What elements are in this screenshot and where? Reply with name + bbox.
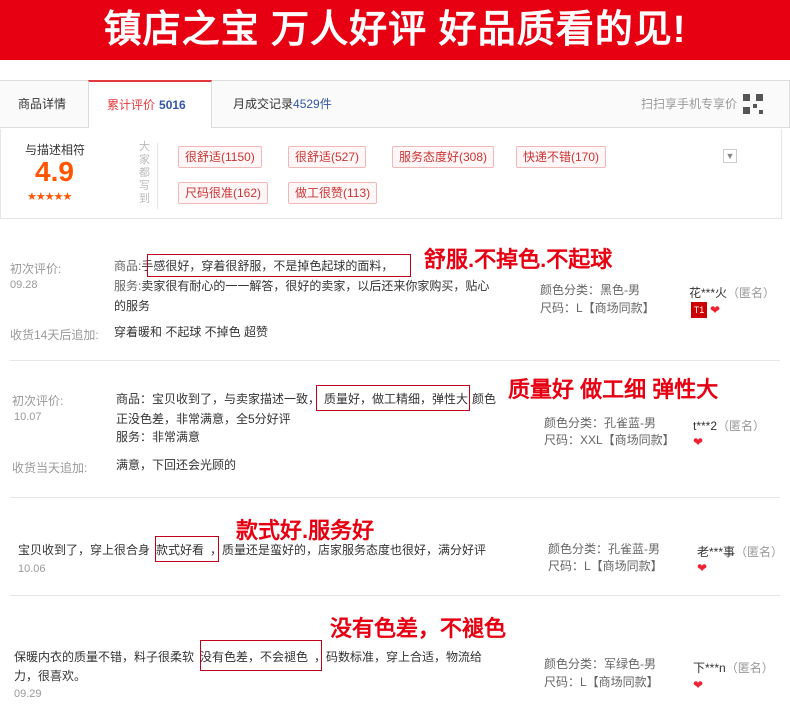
item-comment: 商品：宝贝收到了，与卖家描述一致， <box>116 392 321 406</box>
item-comment: 宝贝收到了，穿上很合身 <box>18 543 151 557</box>
review-text: 服务:卖家很有耐心的一一解答，很好的卖家，以后还来你家购买，贴心 <box>114 276 489 296</box>
append-label: 收货14天后追加: <box>10 328 99 342</box>
size-info: 尺码：XXL【商场同款】 <box>544 433 675 447</box>
append-text: 满意，下回还会光顾的 <box>116 458 237 472</box>
color-category: 颜色分类：军绿色-男 <box>544 657 656 671</box>
size-info: 尺码：L【商场同款】 <box>540 301 655 315</box>
item-comment-cont: ，码数标准，穿上合适，物流给 <box>314 650 483 664</box>
reviewer-name[interactable]: t***2（匿名） <box>693 417 765 434</box>
tab-reviews-label: 累计评价 <box>107 98 156 112</box>
impression-tag[interactable]: 很舒适(527) <box>288 146 367 168</box>
first-review-label: 初次评价: <box>10 262 62 276</box>
review-text: 商品：宝贝收到了，与卖家描述一致， 质量好，做工精细，弹性大 颜色 <box>116 389 496 409</box>
reviewer-nick: 花***火 <box>689 286 728 300</box>
anonymous-tag: （匿名） <box>735 545 784 559</box>
highlighted-phrase: 款式好看 <box>156 543 205 557</box>
highlighted-phrase: 没有色差，不会褪色 <box>200 650 309 664</box>
size-info: 尺码：L【商场同款】 <box>544 675 659 689</box>
divider <box>10 595 780 596</box>
item-comment: 手感很好，穿着很舒服，不是掉色起球的面料， <box>141 259 394 273</box>
review-date: 10.06 <box>18 563 46 575</box>
reviewer-nick: t***2 <box>693 419 718 433</box>
reviewer-nick: 下***n <box>693 661 726 675</box>
sales-count: 4529件 <box>293 97 332 111</box>
review-date: 09.29 <box>14 688 42 700</box>
item-comment: 保暖内衣的质量不错，料子很柔软 <box>14 650 195 664</box>
heart-icon: ❤ <box>693 678 704 692</box>
item-key: 商品: <box>114 259 142 273</box>
callout-no-fade: 没有色差，不褪色 <box>330 616 507 641</box>
reviewer-name[interactable]: 花***火（匿名） <box>689 284 775 301</box>
impression-tag[interactable]: 做工很赞(113) <box>288 182 378 204</box>
anonymous-tag: （匿名） <box>727 286 776 300</box>
append-text: 穿着暖和 不起球 不掉色 超赞 <box>114 325 269 339</box>
color-category: 颜色分类：黑色-男 <box>540 283 640 297</box>
tab-details[interactable]: 商品详情 <box>18 81 66 128</box>
review-text: 保暖内衣的质量不错，料子很柔软 没有色差，不会褪色 ，码数标准，穿上合适，物流给 <box>14 647 482 667</box>
qr-code-icon[interactable] <box>743 94 763 114</box>
reviews-count: 5016 <box>159 98 186 112</box>
item-comment-cont: 颜色 <box>472 392 497 406</box>
review-date: 10.07 <box>14 411 42 423</box>
review-summary: 与描述相符 4.9 ★★★★★ 大家都写到 很舒适(1150) 很舒适(527)… <box>0 129 782 219</box>
callout-comfort: 舒服.不掉色.不起球 <box>424 247 613 272</box>
size-info: 尺码：L【商场同款】 <box>548 559 663 573</box>
anonymous-tag: （匿名） <box>717 419 766 433</box>
tab-reviews[interactable]: 累计评价 5016 <box>88 80 212 128</box>
review-text: 的服务 <box>114 299 151 313</box>
divider <box>10 497 780 498</box>
review-text: 宝贝收到了，穿上很合身 款式好看 ，质量还是蛮好的，店家服务态度也很好，满分好评 <box>18 540 486 560</box>
review-text: 商品:手感很好，穿着很舒服，不是掉色起球的面料， <box>114 256 393 276</box>
item-comment-cont: ，质量还是蛮好的，店家服务态度也很好，满分好评 <box>210 543 487 557</box>
tab-bar: 商品详情 累计评价 5016 月成交记录4529件 扫扫享手机专享价 <box>0 80 790 128</box>
reviewer-nick: 老***事 <box>697 545 736 559</box>
chevron-down-icon[interactable]: ▼ <box>723 149 737 163</box>
star-rating-icon: ★★★★★ <box>27 191 72 203</box>
heart-icon: ❤ <box>693 435 704 449</box>
divider <box>157 143 158 209</box>
scan-mobile-price[interactable]: 扫扫享手机专享价 <box>641 81 737 128</box>
heart-icon: ❤ <box>697 561 708 575</box>
heart-icon: ❤ <box>710 303 721 317</box>
first-review-label: 初次评价: <box>12 394 64 408</box>
callout-quality: 质量好 做工细 弹性大 <box>508 377 719 402</box>
service-comment: 卖家很有耐心的一一解答，很好的卖家，以后还来你家购买，贴心 <box>141 279 490 293</box>
review-text: 正没色差，非常满意，全5分好评 <box>116 412 291 426</box>
divider <box>10 360 780 361</box>
tab-sales-label: 月成交记录 <box>233 97 294 111</box>
impression-tag[interactable]: 快递不错(170) <box>516 146 607 168</box>
reviewer-name[interactable]: 老***事（匿名） <box>697 543 783 560</box>
append-label: 收货当天追加: <box>12 461 88 475</box>
review-text: 服务：非常满意 <box>116 430 201 444</box>
impression-tag[interactable]: 尺码很准(162) <box>178 182 269 204</box>
tab-sales-record[interactable]: 月成交记录4529件 <box>233 81 332 128</box>
review-date: 09.28 <box>10 279 38 291</box>
everyone-says-label: 大家都写到 <box>139 141 150 205</box>
review-text: 力，很喜欢。 <box>14 669 87 683</box>
impression-tag[interactable]: 很舒适(1150) <box>178 146 262 168</box>
score-value: 4.9 <box>35 156 74 187</box>
impression-tag[interactable]: 服务态度好(308) <box>392 146 495 168</box>
anonymous-tag: （匿名） <box>725 661 774 675</box>
service-key: 服务: <box>114 279 142 293</box>
vip-level-icon: T1 <box>691 302 707 318</box>
promo-banner: 镇店之宝 万人好评 好品质看的见! <box>0 0 790 60</box>
highlighted-phrase: 质量好，做工精细，弹性大 <box>324 392 469 406</box>
reviewer-name[interactable]: 下***n（匿名） <box>693 659 774 676</box>
